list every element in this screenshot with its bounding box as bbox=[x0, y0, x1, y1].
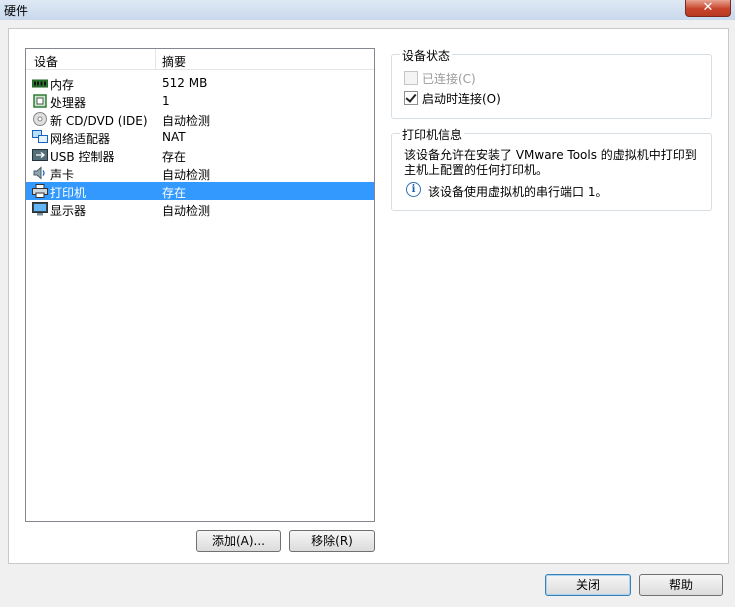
usb-icon bbox=[32, 149, 48, 161]
device-summary: 512 MB bbox=[162, 76, 208, 90]
device-summary: 存在 bbox=[162, 150, 187, 164]
device-name: USB 控制器 bbox=[50, 150, 115, 164]
connected-label: 已连接(C) bbox=[422, 72, 476, 86]
device-row-cd-dvd[interactable]: 新 CD/DVD (IDE) 自动检测 bbox=[26, 110, 374, 128]
column-header-summary[interactable]: 摘要 bbox=[162, 53, 186, 70]
device-summary: NAT bbox=[162, 130, 186, 144]
sound-card-icon bbox=[33, 166, 45, 180]
cd-dvd-icon bbox=[33, 112, 47, 126]
device-summary: 自动检测 bbox=[162, 168, 211, 182]
device-status-group: 设备状态 已连接(C) 启动时连接(O) bbox=[391, 47, 712, 119]
title-bar: 硬件 ✕ bbox=[0, 0, 735, 20]
close-button[interactable]: 关闭 bbox=[545, 574, 631, 596]
device-name: 显示器 bbox=[50, 204, 87, 218]
connected-checkbox[interactable] bbox=[404, 71, 418, 85]
info-icon: i bbox=[406, 182, 421, 197]
device-row-memory[interactable]: 内存 512 MB bbox=[26, 74, 374, 92]
device-row-sound-card[interactable]: 声卡 自动检测 bbox=[26, 164, 374, 182]
printer-icon bbox=[32, 184, 48, 198]
help-button[interactable]: 帮助 bbox=[639, 574, 723, 596]
dialog-body: 设备 摘要 内存 512 MB 处理器 1 新 CD/DVD (IDE) 自动检… bbox=[8, 28, 729, 564]
device-list-header: 设备 摘要 bbox=[26, 49, 374, 70]
remove-device-button[interactable]: 移除(R) bbox=[289, 530, 375, 552]
device-name: 内存 bbox=[50, 78, 75, 92]
processor-icon bbox=[33, 94, 47, 108]
printer-info-note: 该设备使用虚拟机的串行端口 1。 bbox=[428, 185, 608, 199]
device-name: 网络适配器 bbox=[50, 132, 111, 146]
network-adapter-icon bbox=[32, 130, 48, 143]
printer-info-title: 打印机信息 bbox=[400, 126, 465, 143]
window-title: 硬件 bbox=[4, 4, 29, 18]
device-summary: 自动检测 bbox=[162, 114, 211, 128]
device-name: 新 CD/DVD (IDE) bbox=[50, 114, 148, 128]
connect-at-power-on-checkbox[interactable] bbox=[404, 91, 418, 105]
device-row-processor[interactable]: 处理器 1 bbox=[26, 92, 374, 110]
memory-icon bbox=[32, 79, 48, 88]
printer-info-description: 该设备允许在安装了 VMware Tools 的虚拟机中打印到主机上配置的任何打… bbox=[404, 148, 697, 177]
add-device-button[interactable]: 添加(A)... bbox=[196, 530, 281, 552]
column-divider[interactable] bbox=[155, 49, 156, 69]
device-name: 处理器 bbox=[50, 96, 87, 110]
window-close-button[interactable]: ✕ bbox=[685, 0, 731, 17]
device-summary: 1 bbox=[162, 94, 170, 108]
device-summary: 存在 bbox=[162, 186, 187, 200]
device-status-title: 设备状态 bbox=[400, 47, 453, 64]
column-header-device[interactable]: 设备 bbox=[34, 53, 58, 70]
printer-info-group: 打印机信息 该设备允许在安装了 VMware Tools 的虚拟机中打印到主机上… bbox=[391, 126, 712, 211]
device-name: 打印机 bbox=[50, 186, 87, 200]
device-row-usb-controller[interactable]: USB 控制器 存在 bbox=[26, 146, 374, 164]
device-summary: 自动检测 bbox=[162, 204, 211, 218]
device-row-network-adapter[interactable]: 网络适配器 NAT bbox=[26, 128, 374, 146]
device-row-printer[interactable]: 打印机 存在 bbox=[26, 182, 374, 200]
device-row-display[interactable]: 显示器 自动检测 bbox=[26, 200, 374, 218]
display-icon bbox=[32, 202, 48, 216]
connect-at-power-on-label: 启动时连接(O) bbox=[422, 92, 501, 106]
device-name: 声卡 bbox=[50, 168, 75, 182]
device-list[interactable]: 设备 摘要 内存 512 MB 处理器 1 新 CD/DVD (IDE) 自动检… bbox=[25, 48, 375, 522]
